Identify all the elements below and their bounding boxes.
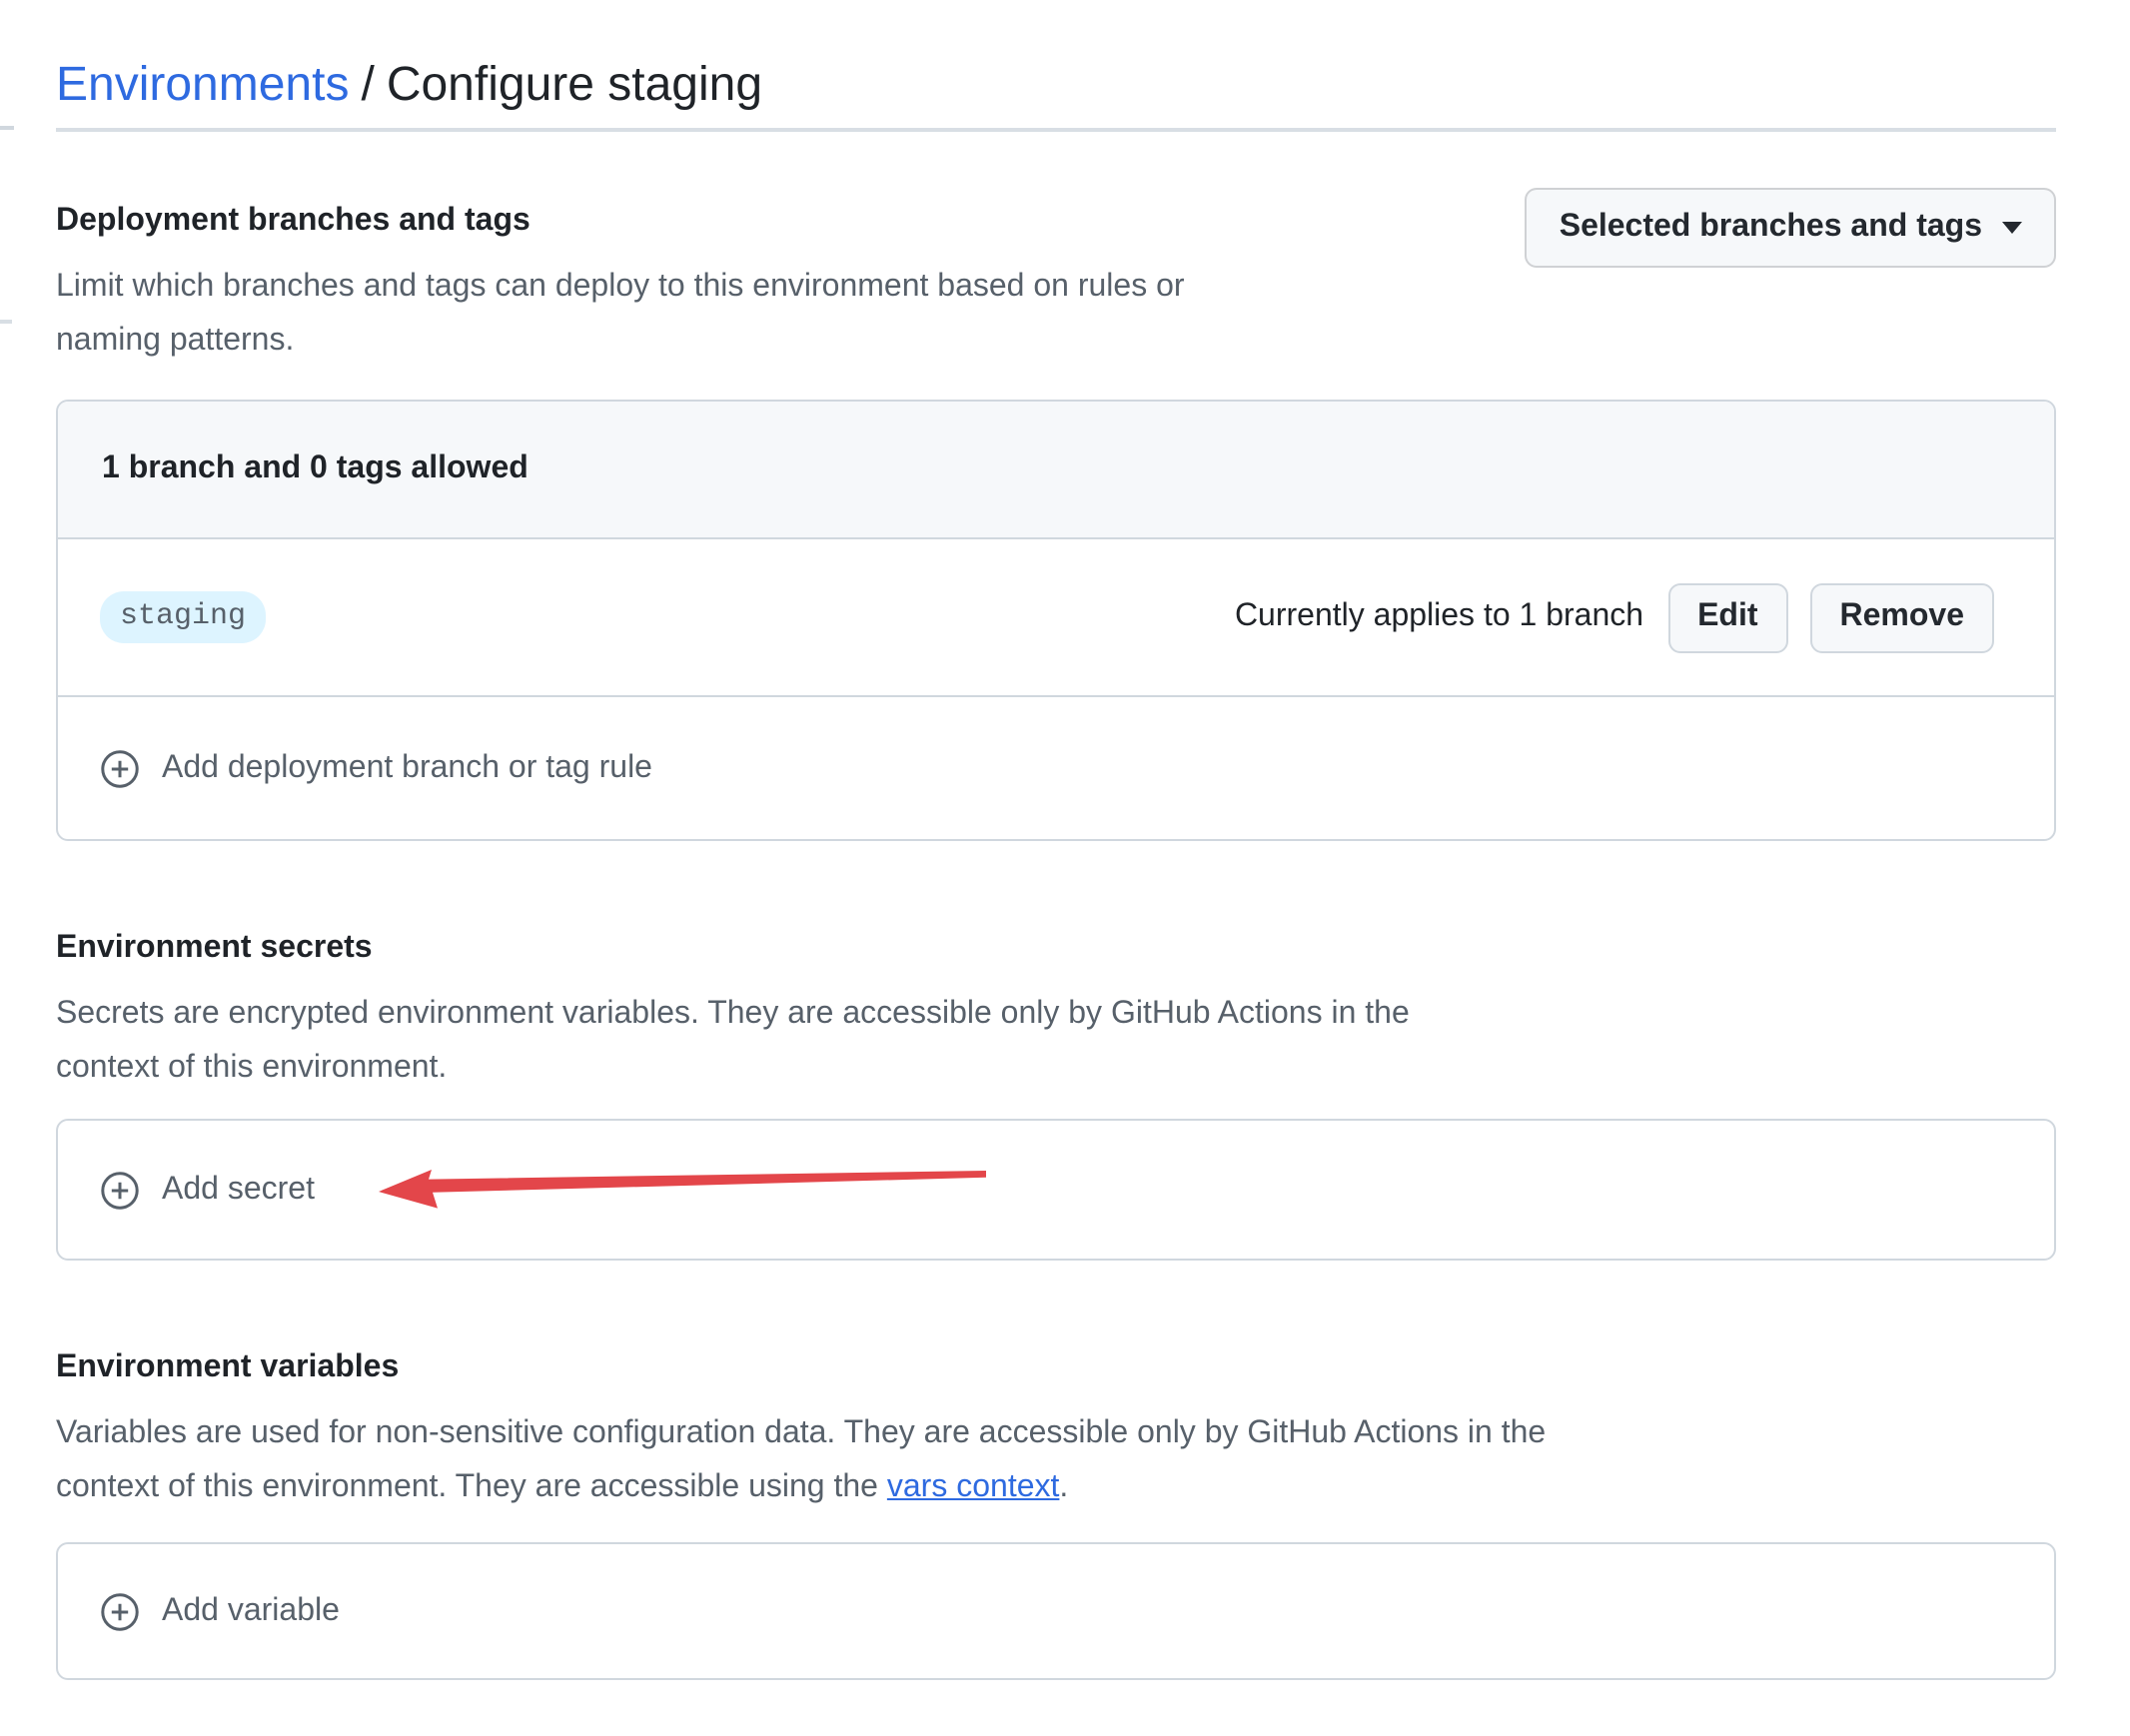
add-deployment-rule-label: Add deployment branch or tag rule — [162, 750, 652, 786]
environment-secrets-heading: Environment secrets — [56, 929, 2056, 969]
chevron-down-icon — [2002, 222, 2022, 234]
page-title: Environments/Configure staging — [56, 54, 2056, 116]
variables-description-text: Variables are used for non-sensitive con… — [56, 1416, 1546, 1504]
selected-branches-dropdown-button[interactable]: Selected branches and tags — [1526, 188, 2056, 268]
environment-variables-heading: Environment variables — [56, 1348, 2056, 1388]
page-title-current: Configure staging — [387, 58, 762, 112]
plus-circle-icon — [100, 1170, 140, 1210]
title-divider — [56, 128, 2056, 132]
deployment-branches-description: Limit which branches and tags can deploy… — [56, 260, 1195, 368]
plus-circle-icon — [100, 748, 140, 788]
add-deployment-rule-button[interactable]: Add deployment branch or tag rule — [58, 695, 2054, 839]
add-variable-button[interactable]: Add variable — [58, 1544, 2054, 1678]
add-variable-label: Add variable — [162, 1593, 340, 1629]
selected-branches-dropdown-label: Selected branches and tags — [1560, 210, 1982, 246]
page: Environments/Configure staging Selected … — [0, 0, 2130, 1736]
environment-variables-description: Variables are used for non-sensitive con… — [56, 1406, 1555, 1514]
environment-secrets-box: Add secret — [56, 1119, 2056, 1261]
table-row: staging Currently applies to 1 branch Ed… — [58, 539, 2054, 695]
branch-name-badge: staging — [100, 591, 266, 643]
plus-circle-icon — [100, 1591, 140, 1631]
remove-rule-button[interactable]: Remove — [1810, 582, 1995, 652]
applies-to-text: Currently applies to 1 branch — [1235, 599, 1643, 635]
add-secret-button[interactable]: Add secret — [58, 1121, 2054, 1259]
rules-summary-header: 1 branch and 0 tags allowed — [58, 402, 2054, 539]
breadcrumb-separator: / — [361, 58, 374, 112]
add-secret-label: Add secret — [162, 1172, 315, 1208]
variables-description-period: . — [1059, 1470, 1068, 1504]
left-edge-cutoff-divider — [0, 126, 14, 130]
environment-secrets-description: Secrets are encrypted environment variab… — [56, 987, 1475, 1095]
environments-breadcrumb-link[interactable]: Environments — [56, 58, 349, 112]
left-edge-cutoff-divider — [0, 320, 12, 324]
vars-context-link[interactable]: vars context — [887, 1470, 1060, 1504]
edit-rule-button[interactable]: Edit — [1667, 582, 1787, 652]
deployment-rules-box: 1 branch and 0 tags allowed staging Curr… — [56, 400, 2056, 841]
environment-variables-box: Add variable — [56, 1542, 2056, 1680]
